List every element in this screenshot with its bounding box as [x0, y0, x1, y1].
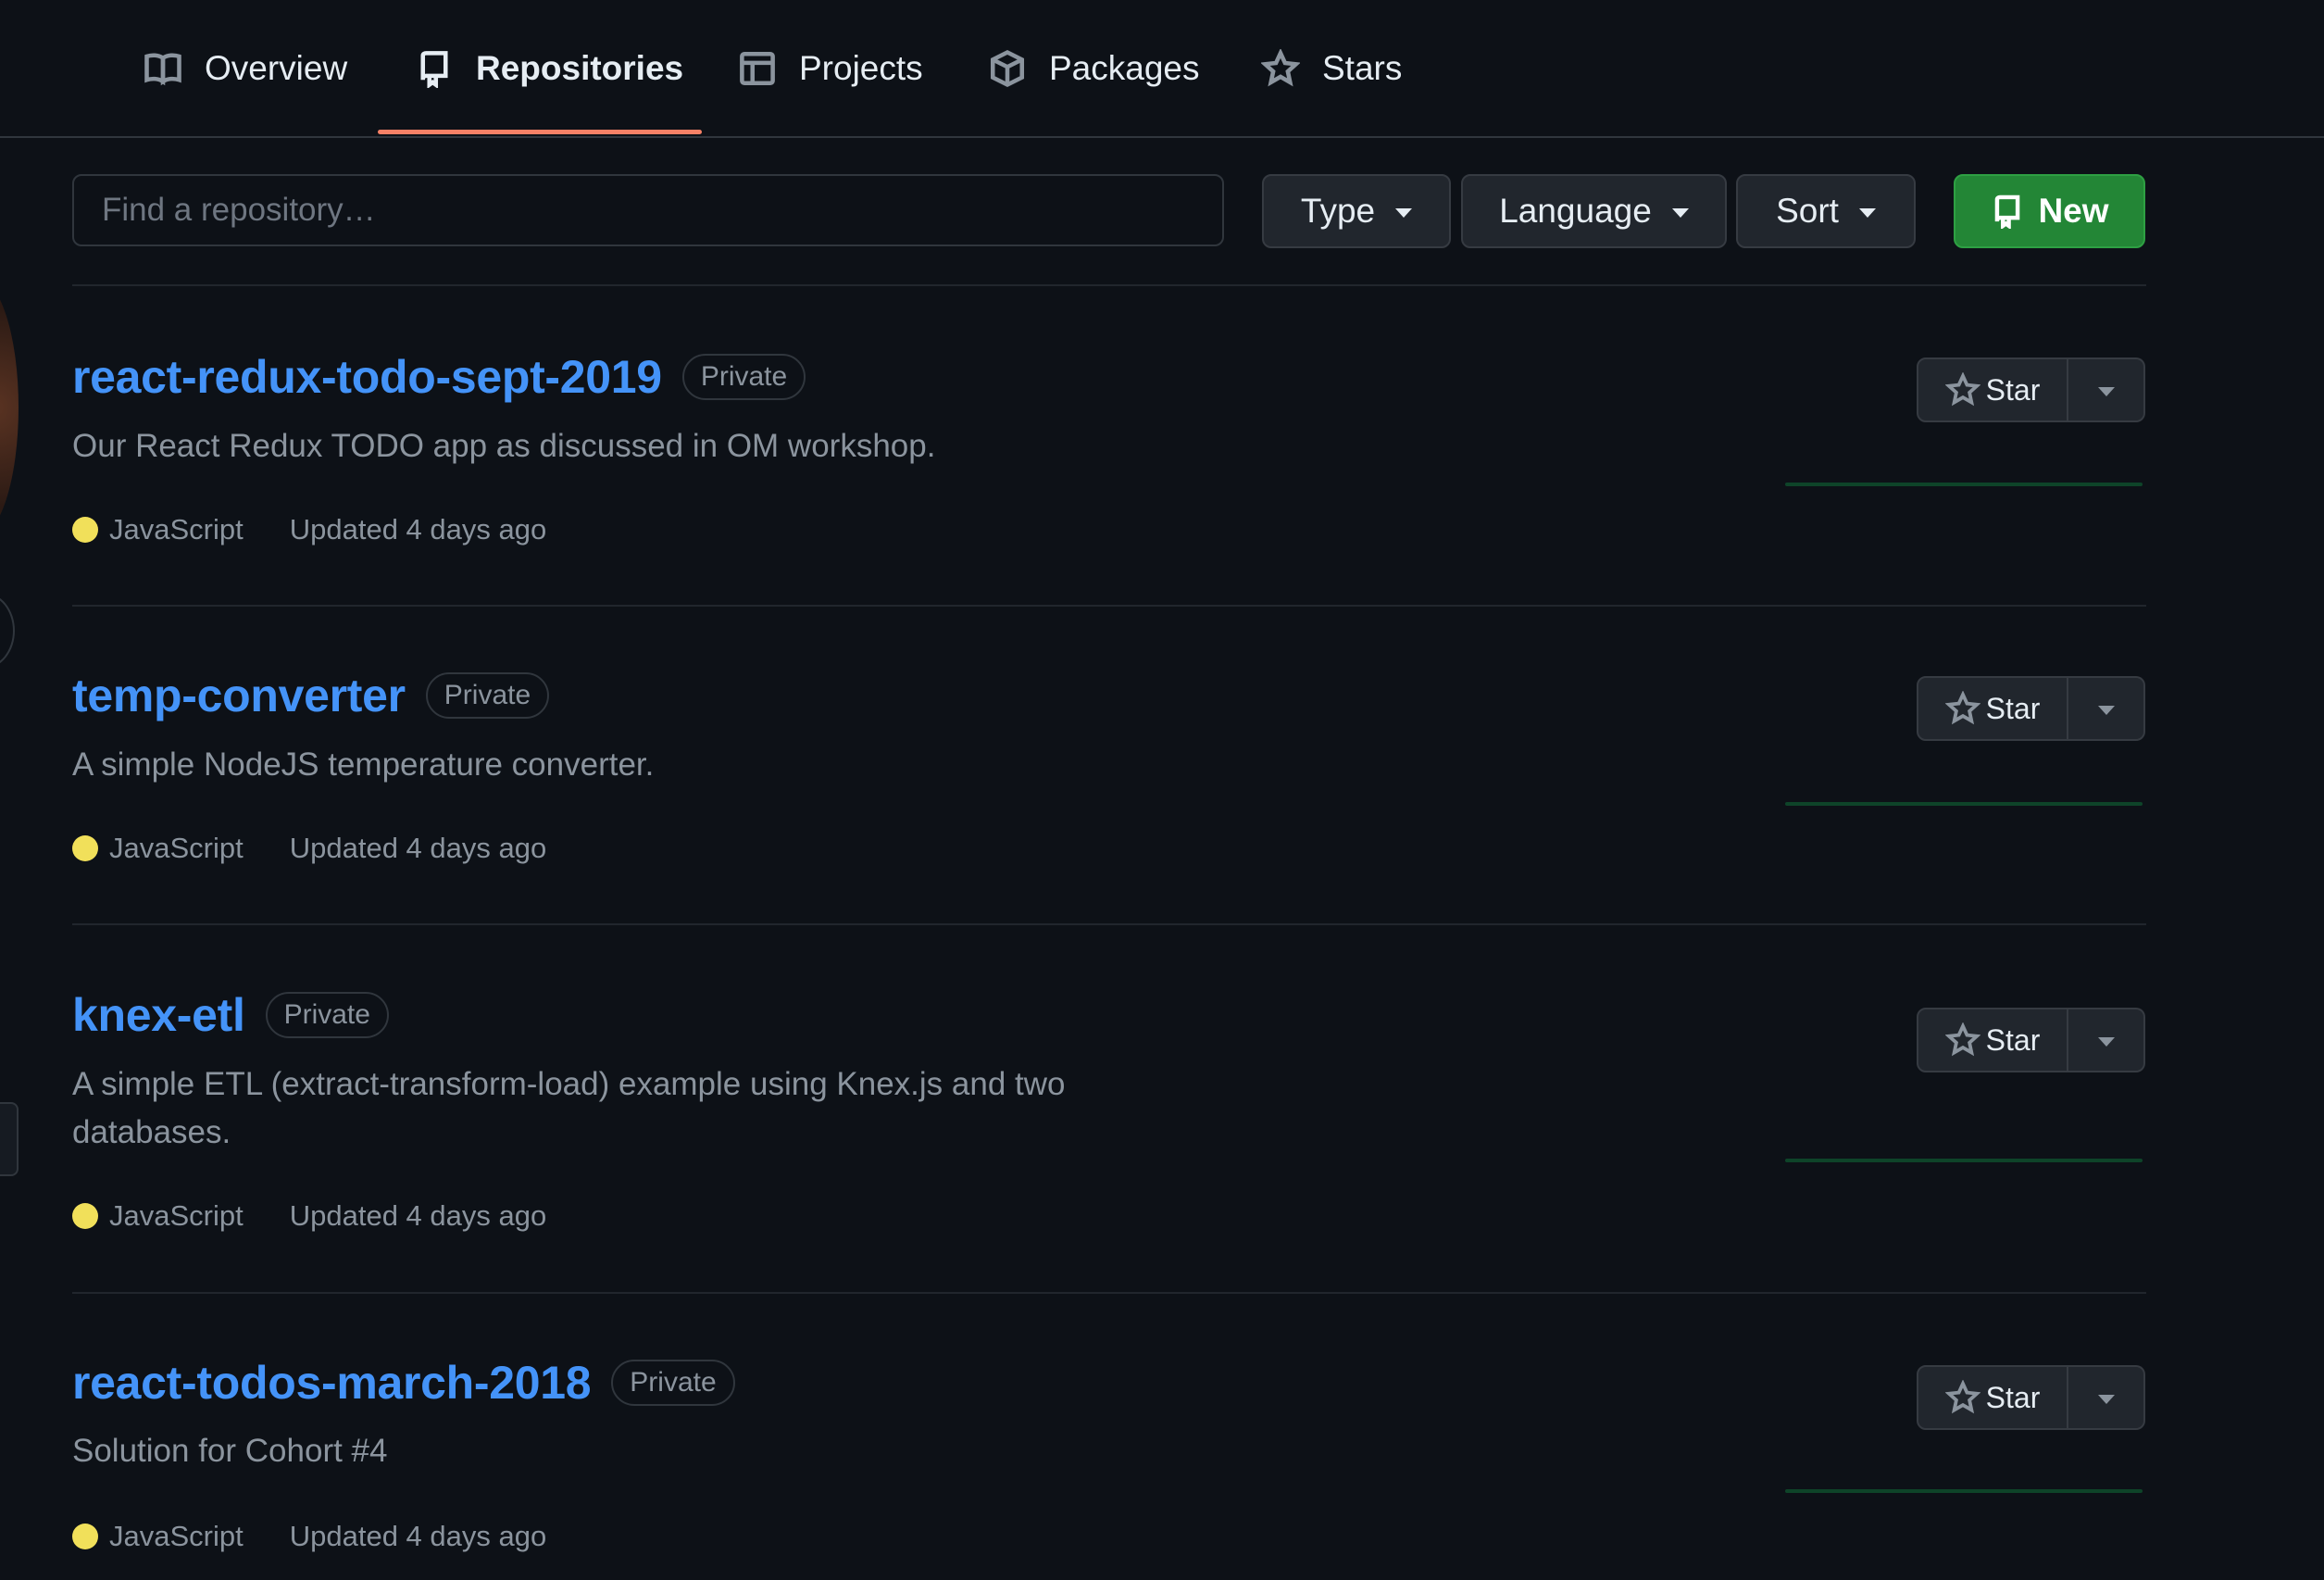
tab-packages[interactable]: Packages — [988, 0, 1200, 136]
table-icon — [740, 51, 775, 85]
repo-name-link[interactable]: react-redux-todo-sept-2019 — [72, 350, 662, 404]
star-button[interactable]: Star — [1917, 1365, 2068, 1430]
tab-label: Stars — [1322, 48, 1403, 87]
visibility-badge: Private — [681, 354, 806, 400]
repo-updated: Updated 4 days ago — [289, 513, 547, 545]
repo-title-row: react-todos-march-2018 Private — [72, 1356, 735, 1410]
tab-stars[interactable]: Stars — [1261, 0, 1402, 136]
repo-name-link[interactable]: react-todos-march-2018 — [72, 1356, 592, 1410]
type-filter-button[interactable]: Type — [1262, 174, 1451, 248]
caret-down-icon — [1858, 208, 1876, 218]
new-repository-button[interactable]: New — [1954, 174, 2145, 248]
tab-label: Projects — [799, 48, 923, 87]
language-color-dot — [72, 1524, 98, 1549]
caret-down-icon — [2097, 387, 2115, 396]
tab-overview[interactable]: Overview — [144, 0, 347, 136]
tab-label: Overview — [205, 48, 348, 87]
repo-meta: JavaScript Updated 4 days ago — [72, 513, 546, 546]
star-button[interactable]: Star — [1917, 357, 2068, 422]
divider — [72, 923, 2146, 925]
repo-name-link[interactable]: temp-converter — [72, 669, 406, 722]
visibility-badge: Private — [611, 1360, 735, 1406]
star-icon — [1944, 372, 1980, 407]
star-label: Star — [1985, 1380, 2041, 1414]
star-label: Star — [1985, 691, 2041, 725]
activity-sparkline — [1785, 483, 2143, 486]
active-tab-underline — [378, 130, 702, 134]
visibility-badge: Private — [425, 672, 550, 719]
package-icon — [990, 49, 1025, 87]
star-list-dropdown[interactable] — [2068, 1365, 2145, 1430]
repo-updated: Updated 4 days ago — [289, 1199, 547, 1232]
profile-edge-button — [0, 1102, 19, 1176]
star-icon — [1261, 48, 1300, 86]
divider — [72, 1292, 2146, 1294]
repo-meta: JavaScript Updated 4 days ago — [72, 1520, 546, 1553]
tab-label: Packages — [1049, 48, 1200, 87]
language-color-dot — [72, 517, 98, 543]
repo-language: JavaScript — [109, 1199, 244, 1232]
star-list-dropdown[interactable] — [2068, 676, 2145, 741]
caret-down-icon — [1671, 208, 1689, 218]
star-button[interactable]: Star — [1917, 1008, 2068, 1072]
type-filter-label: Type — [1300, 192, 1376, 230]
star-icon — [1944, 1022, 1980, 1057]
star-button-group: Star — [1917, 1008, 2145, 1072]
repo-updated: Updated 4 days ago — [289, 1520, 547, 1552]
repo-icon — [1995, 194, 2020, 229]
repo-description: A simple NodeJS temperature converter. — [72, 746, 655, 783]
profile-nav: Overview Repositories Projects Packages … — [0, 0, 2324, 138]
star-icon — [1944, 691, 1980, 725]
star-button[interactable]: Star — [1917, 676, 2068, 741]
tab-label: Repositories — [476, 48, 684, 87]
caret-down-icon — [1395, 208, 1413, 218]
repo-description: Solution for Cohort #4 — [72, 1433, 388, 1469]
divider — [72, 605, 2146, 607]
profile-edge-circle — [0, 593, 15, 669]
new-button-label: New — [2038, 192, 2109, 230]
visibility-badge: Private — [265, 992, 389, 1038]
repository-search-input[interactable] — [72, 174, 1224, 246]
repo-meta: JavaScript Updated 4 days ago — [72, 1199, 546, 1233]
repo-language: JavaScript — [109, 832, 244, 864]
tab-repositories[interactable]: Repositories — [415, 0, 683, 136]
activity-sparkline — [1785, 1159, 2143, 1162]
caret-down-icon — [2097, 1395, 2115, 1404]
activity-sparkline — [1785, 802, 2143, 806]
caret-down-icon — [2097, 1037, 2115, 1047]
star-label: Star — [1985, 1022, 2041, 1057]
repo-updated: Updated 4 days ago — [289, 832, 547, 864]
repo-title-row: temp-converter Private — [72, 669, 550, 722]
repo-meta: JavaScript Updated 4 days ago — [72, 832, 546, 865]
sort-filter-label: Sort — [1776, 192, 1839, 230]
activity-sparkline — [1785, 1489, 2143, 1493]
repo-language: JavaScript — [109, 513, 244, 545]
repo-name-link[interactable]: knex-etl — [72, 988, 245, 1042]
star-button-group: Star — [1917, 357, 2145, 422]
caret-down-icon — [2097, 706, 2115, 715]
repo-icon — [420, 50, 448, 88]
star-button-group: Star — [1917, 1365, 2145, 1430]
book-icon — [144, 52, 181, 85]
divider — [72, 284, 2146, 286]
star-label: Star — [1985, 372, 2041, 407]
sort-filter-button[interactable]: Sort — [1736, 174, 1916, 248]
language-filter-button[interactable]: Language — [1461, 174, 1727, 248]
star-icon — [1944, 1380, 1980, 1414]
profile-avatar-edge — [0, 278, 19, 537]
language-color-dot — [72, 835, 98, 861]
tab-projects[interactable]: Projects — [738, 0, 923, 136]
repo-title-row: react-redux-todo-sept-2019 Private — [72, 350, 806, 404]
language-filter-label: Language — [1499, 192, 1652, 230]
repo-description: A simple ETL (extract-transform-load) ex… — [72, 1066, 1066, 1150]
language-color-dot — [72, 1203, 98, 1229]
star-button-group: Star — [1917, 676, 2145, 741]
star-list-dropdown[interactable] — [2068, 1008, 2145, 1072]
repo-language: JavaScript — [109, 1520, 244, 1552]
star-list-dropdown[interactable] — [2068, 357, 2145, 422]
repo-description: Our React Redux TODO app as discussed in… — [72, 428, 936, 464]
repo-title-row: knex-etl Private — [72, 988, 389, 1042]
